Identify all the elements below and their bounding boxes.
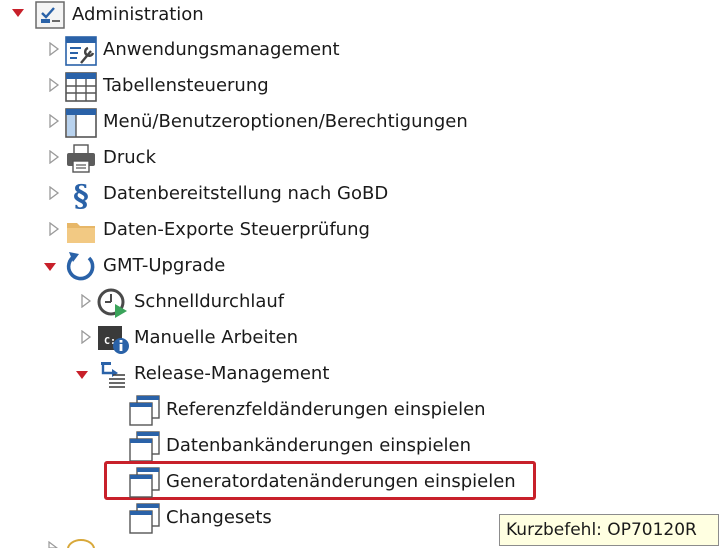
partial-icon: [67, 539, 95, 548]
collapsed-arrow-icon[interactable]: [80, 330, 92, 344]
tree-node-label: Changesets: [166, 507, 272, 528]
tree-node-label: Manuelle Arbeiten: [134, 327, 299, 348]
tree-node-label: Anwendungsmanagement: [103, 39, 340, 60]
expanded-arrow-icon[interactable]: [76, 369, 88, 383]
tree-node-partial[interactable]: [0, 539, 200, 548]
paragraph-icon: §: [73, 179, 89, 211]
collapsed-arrow-icon[interactable]: [80, 294, 92, 308]
tree-node-tabellensteuerung[interactable]: Tabellensteuerung: [0, 71, 300, 102]
collapsed-arrow-icon[interactable]: [48, 541, 58, 548]
tree-node-administration[interactable]: Administration: [0, 0, 260, 30]
tree-node-label: Daten-Exporte Steuerprüfung: [103, 219, 370, 240]
tree-node-label: Generatordatenänderungen einspielen: [166, 471, 516, 492]
window-info-icon: C:: [98, 326, 129, 354]
refresh-arrow-icon: [66, 252, 95, 281]
tree-node-anwendungsmanagement[interactable]: Anwendungsmanagement: [0, 35, 360, 66]
clock-play-icon: [97, 288, 127, 318]
tree-node-label: Datenbereitstellung nach GoBD: [103, 183, 389, 204]
tree-node-release-management[interactable]: Release-Management: [0, 359, 340, 389]
shortcut-tooltip: Kurzbefehl: OP70120R: [499, 514, 719, 546]
collapsed-arrow-icon[interactable]: [48, 186, 60, 200]
tree-node-referenzfeldaenderungen[interactable]: Referenzfeldänderungen einspielen: [0, 395, 500, 426]
tree-node-gmt-upgrade[interactable]: GMT-Upgrade: [0, 251, 260, 281]
table-grid-icon: [65, 72, 97, 102]
collapsed-arrow-icon[interactable]: [48, 114, 60, 128]
collapsed-arrow-icon[interactable]: [48, 42, 60, 56]
tree-node-label: Schnelldurchlauf: [134, 291, 285, 312]
expanded-arrow-icon[interactable]: [12, 7, 24, 21]
window-panel-icon: [65, 108, 97, 138]
tree-node-label: Druck: [103, 147, 156, 168]
admin-checklist-icon: [35, 1, 65, 29]
printer-icon: [67, 144, 95, 173]
collapsed-arrow-icon[interactable]: [48, 150, 60, 164]
tree-node-changesets[interactable]: Changesets: [0, 503, 300, 534]
window-wrench-icon: [65, 36, 97, 66]
tree-node-schnelldurchlauf[interactable]: Schnelldurchlauf: [0, 287, 320, 318]
tree-node-label: GMT-Upgrade: [103, 255, 226, 276]
tree-node-menue-benutzeroptionen[interactable]: Menü/Benutzeroptionen/Berechtigungen: [0, 107, 480, 138]
tree-node-generatordatenaenderungen[interactable]: Generatordatenänderungen einspielen: [0, 467, 520, 498]
collapsed-arrow-icon[interactable]: [48, 222, 60, 236]
tree-node-manuelle-arbeiten[interactable]: C: Manuelle Arbeiten: [0, 323, 320, 354]
tree-node-datenbereitstellung[interactable]: § Datenbereitstellung nach GoBD: [0, 179, 400, 211]
tree-node-label: Referenzfeldänderungen einspielen: [166, 399, 486, 420]
tree-node-datenbankaenderungen[interactable]: Datenbankänderungen einspielen: [0, 431, 500, 462]
arrow-list-icon: [101, 362, 125, 388]
stacked-windows-icon: [129, 503, 160, 534]
stacked-windows-icon: [129, 395, 160, 426]
stacked-windows-icon: [129, 431, 160, 462]
tree-node-daten-exporte[interactable]: Daten-Exporte Steuerprüfung: [0, 215, 400, 245]
tree-node-label: Datenbankänderungen einspielen: [166, 435, 472, 456]
tree-node-druck[interactable]: Druck: [0, 143, 200, 173]
expanded-arrow-icon[interactable]: [44, 261, 56, 275]
svg-text:§: §: [73, 179, 89, 211]
tree-node-label: Administration: [72, 4, 204, 25]
folder-icon: [67, 223, 95, 243]
tree-node-label: Release-Management: [134, 363, 330, 384]
stacked-windows-icon: [129, 467, 160, 498]
collapsed-arrow-icon[interactable]: [48, 78, 60, 92]
tree-node-label: Menü/Benutzeroptionen/Berechtigungen: [103, 111, 468, 132]
tree-node-label: Tabellensteuerung: [103, 75, 269, 96]
